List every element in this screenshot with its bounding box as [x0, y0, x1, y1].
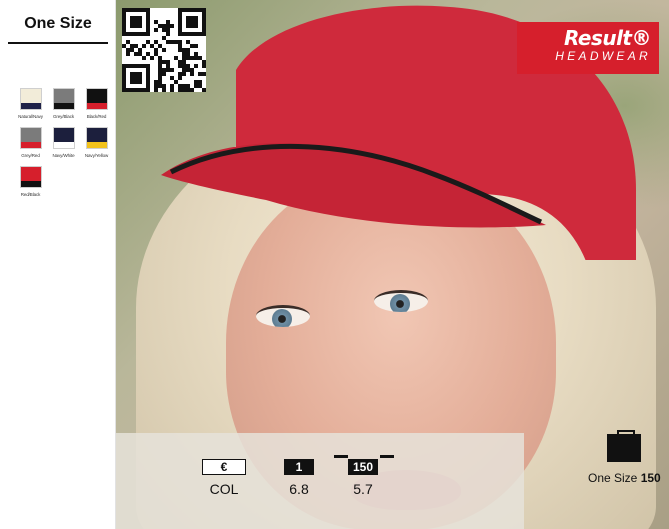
qr-code[interactable] [122, 8, 206, 92]
swatch-chip [52, 88, 75, 110]
swatch-label: Navy/Yellow [84, 153, 109, 158]
pack-value: 6.8 [289, 481, 309, 497]
swatch-label: Black/Red [86, 114, 107, 119]
swatch-chip [19, 88, 42, 110]
swatch-label: Natural/Navy [18, 114, 43, 119]
currency-label: € [202, 459, 246, 475]
swatch-chip [19, 127, 42, 149]
size-tag: One Size 150 [588, 471, 661, 485]
dash-left [334, 455, 348, 458]
color-swatch[interactable]: Grey/Black [47, 88, 80, 119]
dash-right [380, 455, 394, 458]
right-eye [374, 290, 428, 312]
pack-label: 1 [284, 459, 314, 475]
qr-code-icon [122, 8, 206, 92]
left-eye [256, 305, 310, 327]
size-tag-label: One Size [588, 471, 638, 485]
swatch-band [53, 103, 74, 109]
color-swatch[interactable]: Navy/Yellow [80, 127, 113, 158]
color-swatch[interactable]: Natural/Navy [14, 88, 47, 119]
carton-value: 5.7 [353, 481, 373, 497]
swatch-chip [85, 127, 108, 149]
color-swatch[interactable]: Black/Red [80, 88, 113, 119]
swatch-chip [85, 88, 108, 110]
pack-column: 1 6.8 [284, 459, 314, 497]
size-tag-qty: 150 [640, 471, 661, 485]
currency-value: COL [209, 481, 239, 497]
swatch-label: Grey/Black [52, 114, 74, 119]
brand-logo: Result® HEADWEAR [517, 22, 659, 74]
left-panel: One Size Natural/Navy Grey/Black Black/Red… [0, 0, 116, 529]
product-info-box: € COL 1 6.8 150 5.7 [116, 433, 524, 529]
swatch-chip [19, 166, 42, 188]
swatch-band [20, 142, 41, 148]
logo-main-text: Result® [563, 26, 652, 50]
swatch-band [20, 103, 41, 109]
swatch-band [86, 103, 107, 109]
swatch-band [86, 142, 107, 148]
carton-column: 150 5.7 [348, 459, 378, 497]
swatch-label: Navy/White [52, 153, 75, 158]
swatch-label: Red/Black [20, 192, 41, 197]
color-swatch[interactable]: Navy/White [47, 127, 80, 158]
currency-column: € COL [202, 459, 246, 497]
color-swatches: Natural/Navy Grey/Black Black/Red Grey/Red N… [14, 88, 114, 197]
swatch-label: Grey/Red [21, 153, 40, 158]
logo-sub-text: HEADWEAR [555, 49, 651, 63]
color-swatch[interactable]: Red/Black [14, 166, 47, 197]
swatch-band [53, 142, 74, 148]
swatch-band [20, 181, 41, 187]
swatch-chip [52, 127, 75, 149]
carton-label: 150 [348, 459, 378, 475]
color-swatch[interactable]: Grey/Red [14, 127, 47, 158]
size-title: One Size [8, 6, 108, 44]
shopping-bag-icon [607, 430, 641, 462]
